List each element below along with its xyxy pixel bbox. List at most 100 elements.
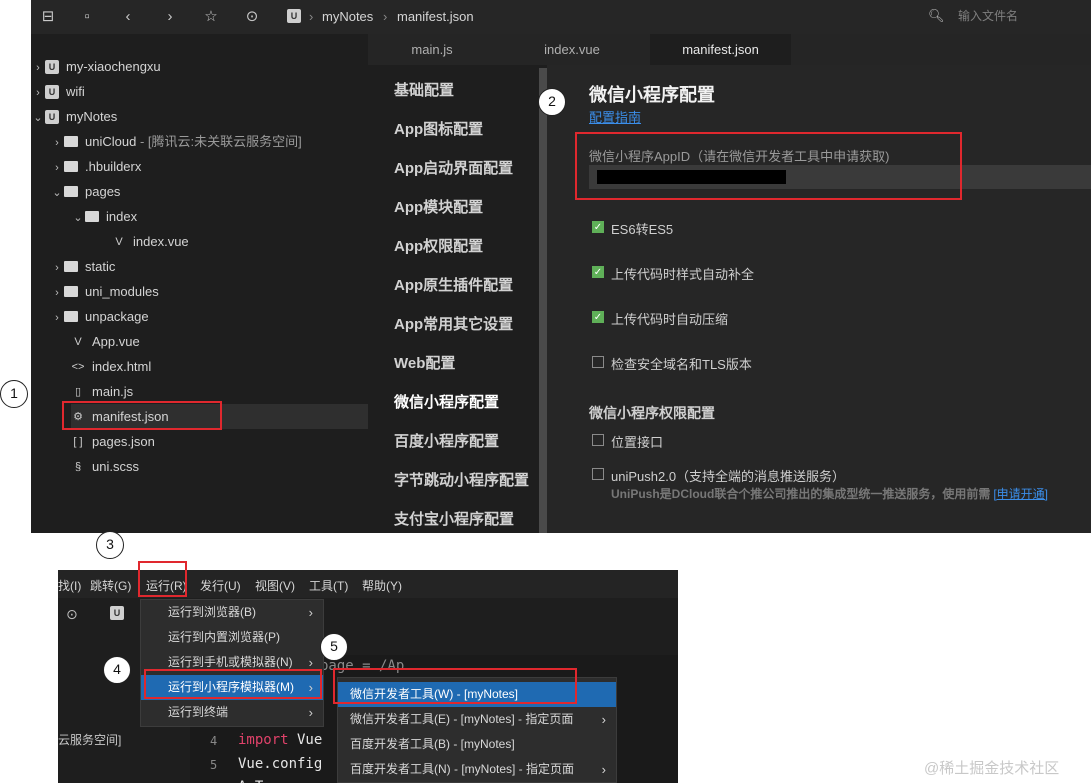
watermark: @稀土掘金技术社区 (924, 760, 1060, 777)
checkbox-unchecked[interactable] (592, 434, 604, 446)
chevron-down-icon: ⌄ (52, 187, 62, 199)
run-icon[interactable]: ⊙ (243, 8, 261, 26)
permission-section-title: 微信小程序权限配置 (589, 405, 715, 421)
menu-goto[interactable]: 跳转(G) (90, 577, 131, 594)
tree-label: pages (85, 184, 121, 199)
menu-view[interactable]: 视图(V) (255, 577, 295, 594)
submenu-item-baidu-devtools-page[interactable]: 百度开发者工具(N) - [myNotes] - 指定页面 › (338, 757, 616, 782)
run-dropdown-menu: 运行到浏览器(B) › 运行到内置浏览器(P) 运行到手机或模拟器(N) › 运行到… (140, 599, 324, 727)
step-badge-4: 4 (103, 656, 131, 684)
tab-index-vue[interactable]: index.vue (508, 34, 636, 65)
tree-item-uni-scss[interactable]: § uni.scss (71, 454, 139, 479)
tree-item-index-html[interactable]: <> index.html (71, 354, 152, 379)
step-badge-2: 2 (538, 88, 566, 116)
config-menu-item[interactable]: 基础配置 (394, 79, 454, 100)
tree-label: my-xiaochengxu (66, 59, 161, 74)
config-menu-item[interactable]: App原生插件配置 (394, 274, 513, 295)
chevron-right-icon: › (55, 262, 59, 274)
tab-main-js[interactable]: main.js (368, 34, 496, 65)
highlight-box-miniprogram-run (144, 669, 322, 699)
chevron-right-icon: › (308, 705, 313, 720)
folder-icon (64, 261, 78, 273)
config-menu-item[interactable]: 支付宝小程序配置 (394, 508, 514, 529)
config-menu-item[interactable]: 百度小程序配置 (394, 430, 499, 451)
config-menu-item[interactable]: App权限配置 (394, 235, 483, 256)
save-icon[interactable]: ▫ (78, 8, 96, 26)
tree-item-mynotes[interactable]: ⌄ UmyNotes (31, 104, 117, 129)
chevron-right-icon: › (55, 162, 59, 174)
project-icon: U (45, 59, 59, 74)
menu-item-label: 运行到浏览器(B) (168, 605, 256, 619)
config-menu-item[interactable]: App常用其它设置 (394, 313, 513, 334)
tree-item-pages[interactable]: ⌄ pages (50, 179, 120, 204)
option-check-domain-label: 检查安全域名和TLS版本 (611, 357, 752, 372)
highlight-box-wechat-devtools (333, 668, 577, 704)
forward-icon[interactable]: › (161, 8, 179, 26)
code-line-5: Vue.config (238, 756, 323, 772)
config-menu-item-active[interactable]: 微信小程序配置 (394, 391, 499, 412)
checkbox-checked[interactable]: ✓ (592, 311, 604, 323)
unipush-apply-link[interactable]: [申请开通] (993, 487, 1048, 501)
config-menu-item[interactable]: App模块配置 (394, 196, 483, 217)
menu-publish[interactable]: 发行(U) (200, 577, 241, 594)
menu-item-label: 运行到终端 (168, 705, 229, 719)
tree-item-pages-json[interactable]: [ ] pages.json (71, 429, 155, 454)
submenu-item-wechat-devtools-page[interactable]: 微信开发者工具(E) - [myNotes] - 指定页面 › (338, 707, 616, 732)
html-file-icon: <> (71, 360, 85, 373)
tree-item-index-vue[interactable]: Vindex.vue (112, 229, 188, 254)
chevron-right-icon: › (601, 712, 606, 727)
chevron-right-icon: › (601, 762, 606, 777)
breadcrumb-file[interactable]: manifest.json (397, 9, 474, 24)
tree-item-hbuilderx[interactable]: › .hbuilderx (50, 154, 141, 179)
tree-item-uni-modules[interactable]: › uni_modules (50, 279, 159, 304)
unipush-description: UniPush是DCloud联合个推公司推出的集成型统一推送服务，使用前需 [申请… (611, 485, 1048, 502)
config-menu-item[interactable]: 字节跳动小程序配置 (394, 469, 529, 490)
code-partial-line: A T (238, 779, 263, 783)
tree-label: main.js (92, 384, 134, 399)
config-menu-item[interactable]: App启动界面配置 (394, 157, 513, 178)
run-menu-item-browser[interactable]: 运行到浏览器(B) › (141, 600, 323, 625)
run-menu-item-builtin-browser[interactable]: 运行到内置浏览器(P) (141, 625, 323, 650)
chevron-right-icon: › (55, 312, 59, 324)
menu-item-label: 运行到手机或模拟器(N) (168, 655, 293, 669)
checkbox-checked[interactable]: ✓ (592, 266, 604, 278)
checkbox-checked[interactable]: ✓ (592, 221, 604, 233)
tree-label: static (85, 259, 116, 274)
config-guide-link[interactable]: 配置指南 (589, 107, 641, 126)
tab-manifest-json[interactable]: manifest.json (650, 34, 791, 65)
tree-item-wifi[interactable]: › Uwifi (31, 79, 85, 104)
run-icon[interactable]: ⊙ (66, 606, 78, 623)
config-menu-item[interactable]: Web配置 (394, 352, 455, 373)
tree-label: pages.json (92, 434, 155, 449)
checkbox-unchecked[interactable] (592, 468, 604, 480)
tree-label: index.html (92, 359, 152, 374)
toolbar: ⊟ ▫ ‹ › ☆ ⊙ U › myNotes › manifest.json … (31, 0, 1091, 34)
tree-item-static[interactable]: › static (50, 254, 115, 279)
line-number-5: 5 (210, 758, 218, 772)
highlight-box-run-menu (138, 561, 187, 597)
run-menu-item-terminal[interactable]: 运行到终端 › (141, 700, 323, 725)
new-file-icon[interactable]: ⊟ (39, 8, 57, 26)
vue-file-icon: V (74, 335, 82, 348)
checkbox-unchecked[interactable] (592, 356, 604, 368)
folder-open-icon (64, 186, 78, 198)
folder-icon (64, 136, 78, 148)
back-icon[interactable]: ‹ (119, 8, 137, 26)
star-icon[interactable]: ☆ (202, 8, 220, 26)
tree-item-index-folder[interactable]: ⌄ index (71, 204, 137, 229)
menu-find[interactable]: 找(I) (58, 577, 81, 594)
menu-help[interactable]: 帮助(Y) (362, 577, 402, 594)
tree-item-my-xiaochengxu[interactable]: › Umy-xiaochengxu (31, 54, 161, 79)
tree-item-unicloud[interactable]: › uniCloud - [腾讯云:未关联云服务空间] (50, 129, 302, 154)
submenu-item-baidu-devtools[interactable]: 百度开发者工具(B) - [myNotes] (338, 732, 616, 757)
tree-item-unpackage[interactable]: › unpackage (50, 304, 148, 329)
scrollbar[interactable] (539, 68, 547, 533)
folder-icon (64, 286, 78, 298)
file-search-input[interactable]: 输入文件名 (958, 7, 1018, 24)
menu-tools[interactable]: 工具(T) (309, 577, 348, 594)
option-es6-label: ES6转ES5 (611, 222, 674, 237)
cloud-space-note: 云服务空间] (58, 733, 122, 747)
breadcrumb-project[interactable]: myNotes (322, 9, 373, 24)
config-menu-item[interactable]: App图标配置 (394, 118, 483, 139)
tree-item-app-vue[interactable]: V App.vue (71, 329, 139, 354)
